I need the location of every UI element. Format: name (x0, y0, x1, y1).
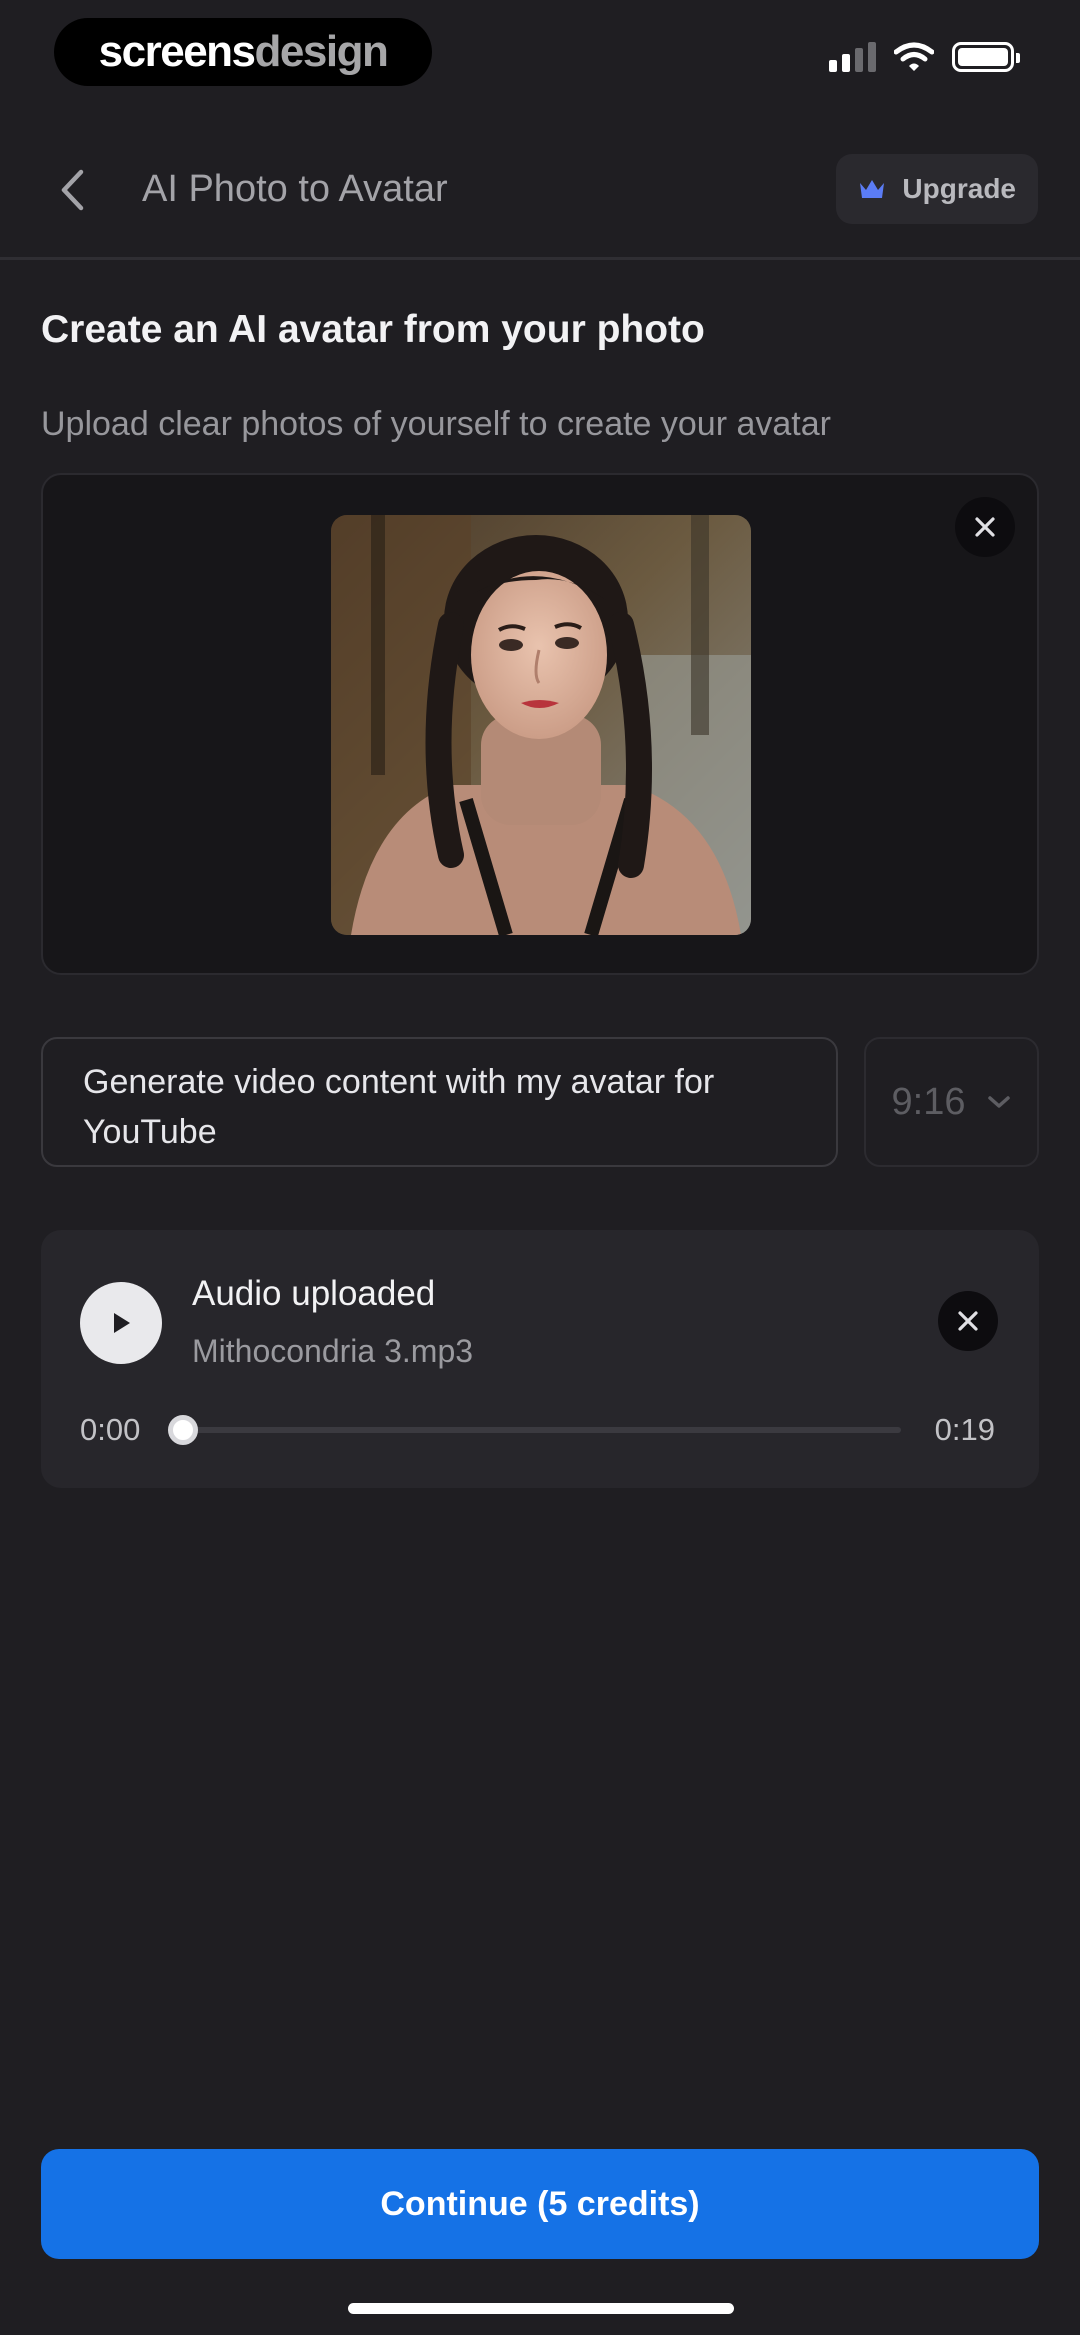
uploaded-photo (331, 515, 751, 935)
audio-seek-handle[interactable] (168, 1415, 198, 1445)
aspect-ratio-select[interactable]: 9:16 (864, 1037, 1039, 1167)
upgrade-label: Upgrade (902, 173, 1016, 204)
upgrade-button[interactable]: Upgrade (836, 154, 1038, 224)
close-icon (958, 1311, 978, 1331)
battery-icon (952, 42, 1020, 72)
audio-filename: Mithocondria 3.mp3 (192, 1333, 474, 1369)
crown-icon (860, 180, 885, 198)
audio-card: Audio uploaded Mithocondria 3.mp3 0:00 0… (41, 1230, 1039, 1488)
wifi-icon (894, 42, 934, 71)
top-navigation-bar: AI Photo to Avatar Upgrade (0, 150, 1080, 260)
status-icons (829, 42, 1020, 72)
audio-title: Audio uploaded (192, 1274, 436, 1313)
audio-seek-bar[interactable] (168, 1415, 901, 1445)
play-icon (114, 1313, 130, 1333)
brand-text-part1: screens (98, 27, 256, 76)
continue-button[interactable]: Continue (5 credits) (41, 2149, 1039, 2259)
remove-photo-button[interactable] (955, 497, 1015, 557)
header-divider (0, 257, 1080, 260)
page-title: AI Photo to Avatar (142, 168, 448, 210)
close-icon (975, 517, 995, 537)
prompt-input[interactable]: Generate video content with my avatar fo… (41, 1037, 838, 1167)
section-subtext: Upload clear photos of yourself to creat… (41, 405, 831, 443)
photo-upload-card[interactable] (41, 473, 1039, 975)
home-indicator (348, 2303, 734, 2314)
cellular-signal-icon (829, 42, 876, 72)
remove-audio-button[interactable] (938, 1291, 998, 1351)
brand-watermark: screens design (54, 18, 432, 86)
audio-duration: 0:19 (934, 1412, 995, 1447)
aspect-ratio-value: 9:16 (891, 1080, 966, 1123)
section-heading: Create an AI avatar from your photo (41, 308, 705, 351)
chevron-down-icon (988, 1096, 1011, 1108)
audio-current-time: 0:00 (80, 1412, 141, 1447)
screen: screens design AI Photo to Avatar Upgrade… (0, 0, 1080, 2335)
back-button[interactable] (50, 162, 94, 218)
brand-text-part2: design (254, 27, 389, 76)
chevron-left-icon (61, 169, 84, 211)
play-button[interactable] (80, 1282, 162, 1364)
